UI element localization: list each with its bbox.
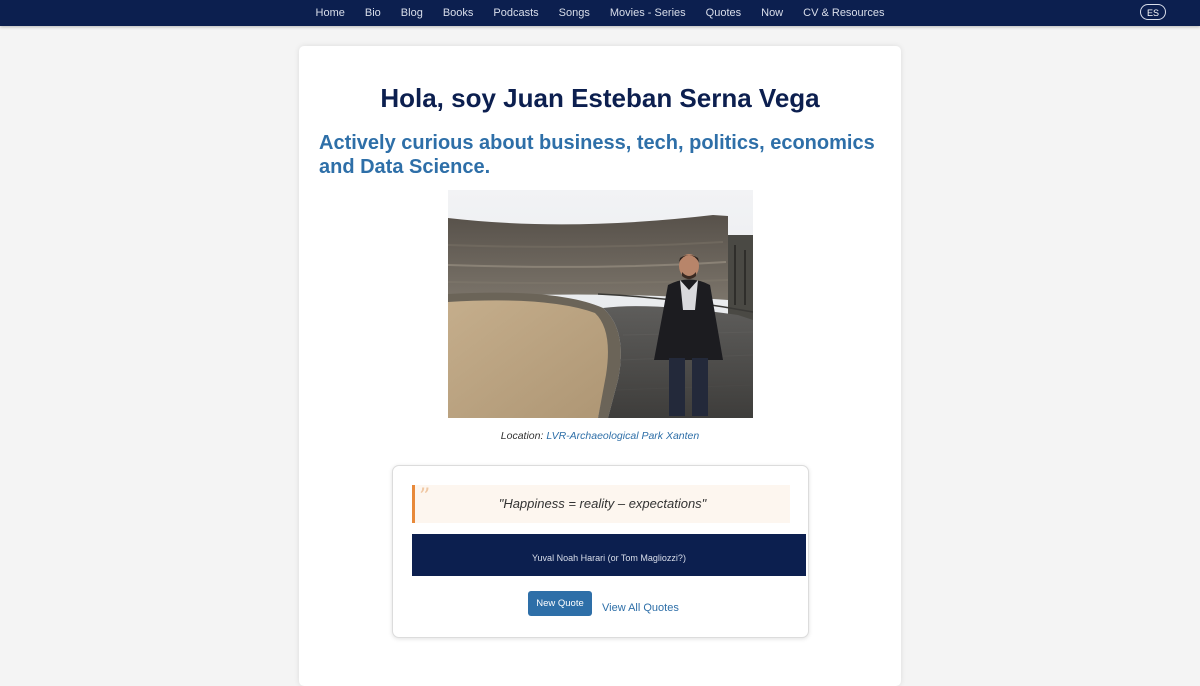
quote-box: ” "Happiness = reality – expectations" xyxy=(412,485,790,523)
nav-movies-series-link[interactable]: Movies - Series xyxy=(600,0,696,26)
nav-quotes-link[interactable]: Quotes xyxy=(696,0,751,26)
nav-home-link[interactable]: Home xyxy=(306,0,355,26)
quote-author-bar: Yuval Noah Harari (or Tom Magliozzi?) xyxy=(412,534,806,576)
view-all-quotes-link[interactable]: View All Quotes xyxy=(602,602,679,614)
location-link[interactable]: LVR-Archaeological Park Xanten xyxy=(546,430,699,442)
caption-prefix: Location: xyxy=(500,430,544,442)
new-quote-button[interactable]: New Quote xyxy=(528,591,592,616)
nav-links: Home Bio Blog Books Podcasts Songs Movie… xyxy=(0,0,1200,26)
page-title: Hola, soy Juan Esteban Serna Vega xyxy=(380,83,820,113)
nav-books-link[interactable]: Books xyxy=(433,0,484,26)
nav-now-link[interactable]: Now xyxy=(751,0,793,26)
quote-author: Yuval Noah Harari (or Tom Magliozzi?) xyxy=(532,553,686,563)
top-navbar: Home Bio Blog Books Podcasts Songs Movie… xyxy=(0,0,1200,26)
quote-text: "Happiness = reality – expectations" xyxy=(498,496,707,511)
nav-songs-link[interactable]: Songs xyxy=(549,0,600,26)
nav-bio-link[interactable]: Bio xyxy=(355,0,391,26)
language-toggle-button[interactable]: ES xyxy=(1139,4,1166,20)
profile-photo xyxy=(448,190,753,418)
tagline: Actively curious about business, tech, p… xyxy=(319,132,875,178)
nav-blog-link[interactable]: Blog xyxy=(391,0,433,26)
nav-podcasts-link[interactable]: Podcasts xyxy=(483,0,548,26)
photo-caption: Location: LVR-Archaeological Park Xanten xyxy=(0,430,1200,442)
nav-cv-resources-link[interactable]: CV & Resources xyxy=(793,0,894,26)
